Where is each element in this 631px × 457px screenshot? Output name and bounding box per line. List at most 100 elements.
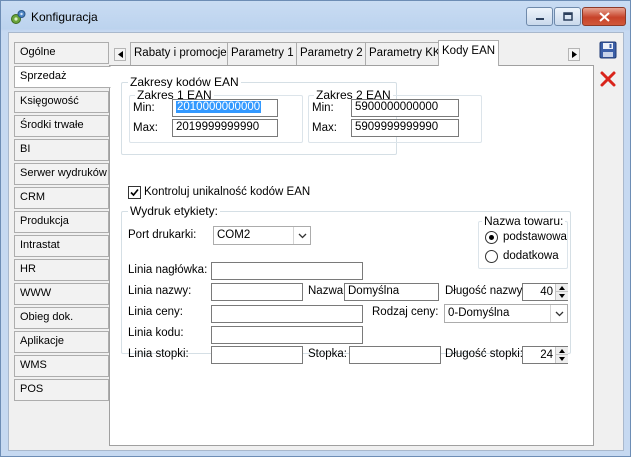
header-line-input[interactable]	[211, 262, 363, 280]
chevron-down-icon	[555, 311, 563, 316]
sidebar-item-label: CRM	[20, 191, 46, 203]
sidebar-item-label: Księgowość	[20, 95, 79, 107]
printer-port-label: Port drukarki:	[128, 229, 197, 241]
sidebar-item-label: Serwer wydruków	[20, 167, 107, 179]
ean-range-1-max-input[interactable]: 2019999999990	[172, 119, 278, 137]
footer-label: Stopka:	[308, 348, 347, 360]
maximize-icon	[562, 12, 573, 21]
sidebar-item-label: Ogólne	[20, 46, 56, 58]
sidebar-item-crm[interactable]: CRM	[14, 187, 109, 209]
sidebar-item-label: Obieg dok.	[20, 311, 74, 323]
tab-rabaty-i-promocje[interactable]: Rabaty i promocje	[130, 42, 231, 65]
price-type-dropdown[interactable]	[550, 305, 567, 322]
sidebar-item-label: POS	[20, 383, 44, 395]
chevron-down-icon	[298, 233, 306, 238]
title-bar[interactable]: Konfiguracja	[1, 1, 630, 31]
ean-ranges-group: Zakresy kodów EAN Zakres 1 EAN Min: 2010…	[121, 75, 482, 155]
ean-range-2-min-value: 5900000000000	[355, 101, 439, 113]
sidebar-item-label: HR	[20, 263, 36, 275]
ean-range-1-min-value: 2010000000000	[176, 101, 262, 113]
save-button[interactable]	[597, 39, 619, 61]
sidebar-item-label: Sprzedaż	[20, 70, 67, 82]
spin-up-icon	[559, 285, 565, 290]
sidebar-item-label: BI	[20, 143, 31, 155]
ean-range-2-max-value: 5909999999990	[355, 121, 439, 133]
sidebar-item-hr[interactable]: HR	[14, 259, 109, 281]
sidebar-item-label: WMS	[20, 359, 47, 371]
ean-range-2-min-input[interactable]: 5900000000000	[351, 99, 459, 117]
name-input[interactable]: Domyślna	[344, 283, 439, 301]
ean-range-2-group: Zakres 2 EAN Min: 5900000000000 Max: 590…	[308, 88, 482, 143]
price-type-select[interactable]: 0-Domyślna	[444, 304, 568, 323]
name-length-spin-buttons	[555, 284, 568, 300]
price-type-label: Rodzaj ceny:	[372, 306, 439, 318]
label-print-group: Wydruk etykiety: Port drukarki: COM2 Naz…	[121, 204, 571, 364]
floppy-disk-icon	[599, 41, 617, 59]
client-area: Ogólne Sprzedaż Księgowość Środki trwałe…	[8, 32, 624, 451]
name-length-down-button[interactable]	[556, 292, 568, 300]
ean-range-1-min-input[interactable]: 2010000000000	[172, 99, 278, 117]
sidebar-item-ogolne[interactable]: Ogólne	[14, 42, 109, 64]
sidebar-item-serwer-wydrukow[interactable]: Serwer wydruków	[14, 163, 109, 185]
sidebar-item-obieg-dok[interactable]: Obieg dok.	[14, 307, 109, 329]
sidebar-item-aplikacje[interactable]: Aplikacje	[14, 331, 109, 353]
sidebar-item-label: Produkcja	[20, 215, 69, 227]
ean-range-2-max-input[interactable]: 5909999999990	[351, 119, 459, 137]
window-title: Konfiguracja	[31, 10, 98, 24]
minimize-button[interactable]	[526, 7, 553, 26]
arrow-left-icon	[117, 51, 123, 58]
name-length-up-button[interactable]	[556, 284, 568, 292]
name-value: Domyślna	[348, 285, 400, 297]
sidebar-item-pos[interactable]: POS	[14, 379, 109, 401]
tab-parametry-1[interactable]: Parametry 1	[227, 42, 298, 65]
sidebar-item-bi[interactable]: BI	[14, 139, 109, 161]
code-line-input[interactable]	[211, 326, 363, 344]
arrow-right-icon	[571, 51, 577, 58]
ean-ranges-title: Zakresy kodów EAN	[128, 75, 241, 89]
name-length-value: 40	[540, 286, 553, 298]
tab-scroll-right-button[interactable]	[568, 48, 580, 61]
tab-kody-ean[interactable]: Kody EAN	[438, 40, 500, 66]
ean-range-1-max-value: 2019999999990	[176, 121, 260, 133]
sidebar-item-ksiegowosc[interactable]: Księgowość	[14, 91, 109, 113]
footer-line-input[interactable]	[211, 346, 303, 364]
name-label: Nazwa:	[308, 285, 347, 297]
tab-label: Parametry 1	[231, 47, 294, 59]
printer-port-dropdown[interactable]	[293, 227, 310, 244]
footer-length-up-button[interactable]	[556, 347, 568, 355]
footer-length-value: 24	[540, 349, 553, 361]
product-name-group: Nazwa towaru: podstawowa dodatkowa	[478, 214, 568, 269]
product-name-secondary-label: dodatkowa	[503, 250, 559, 262]
sidebar-item-srodki-trwale[interactable]: Środki trwałe	[14, 115, 109, 137]
price-type-value: 0-Domyślna	[448, 307, 510, 319]
tab-parametry-kk[interactable]: Parametry KK	[365, 42, 445, 65]
header-line-label: Linia nagłówka:	[128, 264, 208, 276]
spin-up-icon	[559, 348, 565, 353]
footer-length-down-button[interactable]	[556, 355, 568, 363]
sidebar-item-sprzedaz[interactable]: Sprzedaż	[14, 66, 111, 88]
name-line-input[interactable]	[211, 283, 303, 301]
ean-range-1-max-label: Max:	[133, 122, 158, 134]
tab-label: Parametry KK	[369, 47, 441, 59]
product-name-secondary-radio[interactable]	[485, 250, 498, 263]
sidebar-item-intrastat[interactable]: Intrastat	[14, 235, 109, 257]
price-line-input[interactable]	[211, 305, 363, 323]
delete-button[interactable]	[597, 68, 619, 90]
footer-length-spinner[interactable]: 24	[522, 346, 568, 364]
unique-ean-checkbox[interactable]	[128, 186, 141, 199]
sidebar-item-www[interactable]: WWW	[14, 283, 109, 305]
ean-range-1-min-label: Min:	[133, 102, 155, 114]
product-name-primary-radio[interactable]	[485, 231, 498, 244]
footer-length-label: Długość stopki:	[445, 348, 523, 360]
maximize-button[interactable]	[554, 7, 581, 26]
footer-input[interactable]	[349, 346, 441, 364]
printer-port-select[interactable]: COM2	[213, 226, 311, 245]
unique-ean-label: Kontroluj unikalność kodów EAN	[144, 186, 311, 198]
sidebar-item-produkcja[interactable]: Produkcja	[14, 211, 109, 233]
footer-line-label: Linia stopki:	[128, 348, 189, 360]
tab-scroll-left-button[interactable]	[114, 48, 126, 61]
name-length-spinner[interactable]: 40	[522, 283, 568, 301]
close-button[interactable]	[582, 7, 626, 26]
tab-parametry-2[interactable]: Parametry 2	[296, 42, 367, 65]
sidebar-item-wms[interactable]: WMS	[14, 355, 109, 377]
